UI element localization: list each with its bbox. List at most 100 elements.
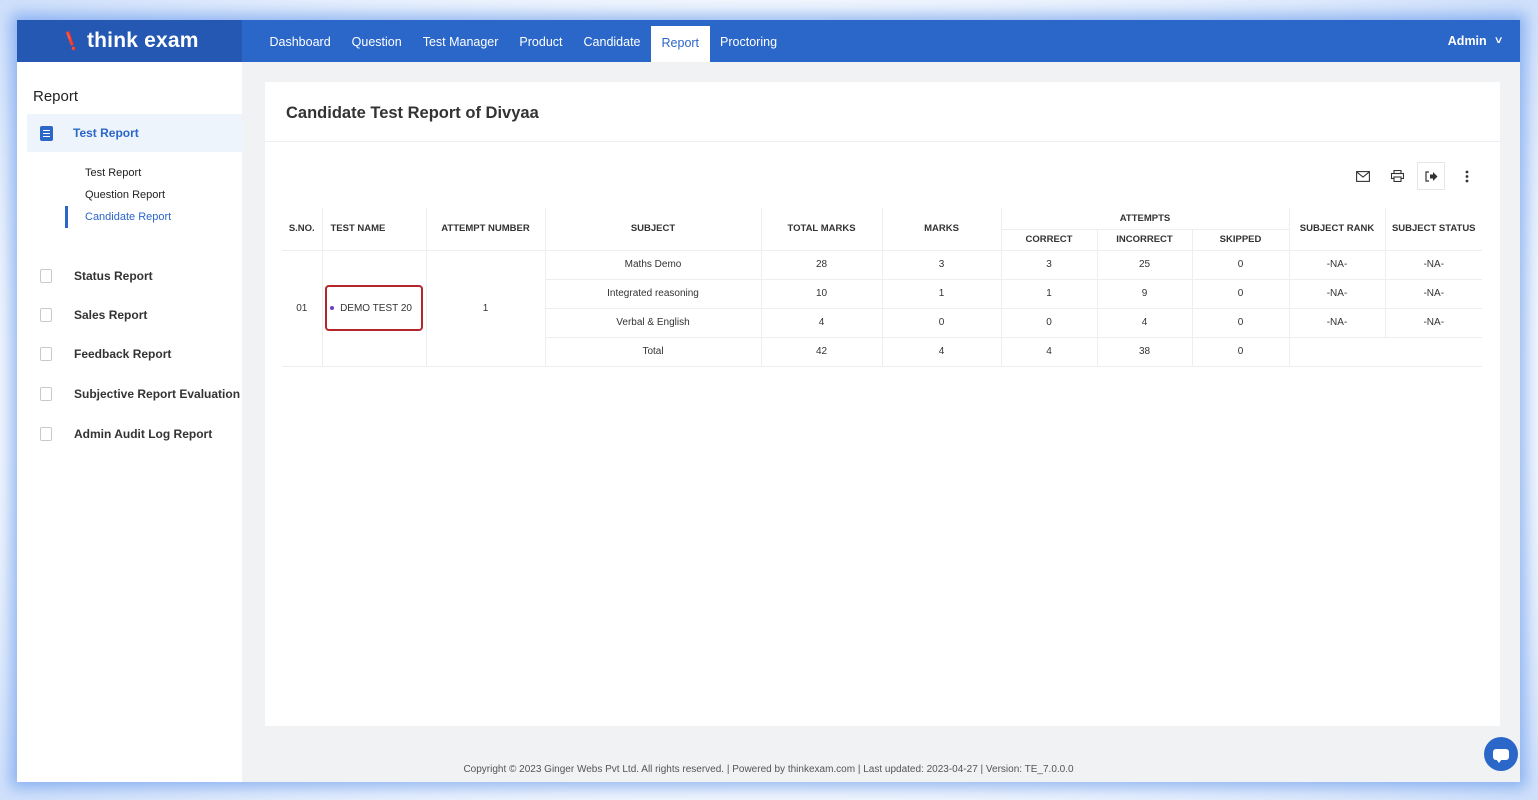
clipboard-icon (40, 347, 52, 361)
cell-subject: Maths Demo (545, 250, 762, 280)
app-window: ❗ think exam Dashboard Question Test Man… (17, 20, 1520, 782)
nav-dashboard[interactable]: Dashboard (259, 20, 341, 62)
kebab-menu-icon (1465, 170, 1469, 182)
cell-subject: Verbal & English (545, 308, 762, 338)
test-name-text: DEMO TEST 20 (340, 302, 412, 314)
bullet-icon (330, 306, 335, 310)
sidebar-item-sales-report[interactable]: Sales Report (17, 302, 242, 328)
cell-total-marks: 10 (761, 279, 883, 309)
logo-mark-icon: ❗ (57, 27, 86, 54)
cell-subject-status: -NA- (1385, 308, 1482, 338)
cell-total-marks: 42 (761, 337, 883, 367)
sidebar-item-label: Subjective Report Evaluation (74, 387, 241, 401)
header-marks: MARKS (882, 208, 1002, 251)
chat-button[interactable] (1484, 737, 1518, 771)
logo-text: think exam (86, 29, 199, 52)
sidebar-item-status-report[interactable]: Status Report (17, 263, 242, 289)
cell-empty (1289, 337, 1482, 367)
sidebar-item-label: Feedback Report (74, 347, 172, 361)
cell-incorrect: 25 (1097, 250, 1193, 280)
sidebar-item-subjective-report-evaluation[interactable]: Subjective Report Evaluation (17, 381, 242, 407)
user-menu[interactable]: Admin ∨ (1448, 20, 1504, 62)
cell-skipped: 0 (1192, 337, 1290, 367)
header-subject: SUBJECT (545, 208, 762, 251)
chevron-down-icon: ∨ (1493, 35, 1504, 46)
cell-test-name: DEMO TEST 20 (322, 250, 427, 367)
nav-test-manager[interactable]: Test Manager (412, 20, 509, 62)
sidebar-title: Report (33, 88, 79, 105)
chat-icon (1493, 748, 1509, 763)
cell-subject: Total (545, 337, 762, 367)
cell-total-marks: 28 (761, 250, 883, 280)
sidebar-item-feedback-report[interactable]: Feedback Report (17, 341, 242, 367)
cell-subject-rank: -NA- (1289, 250, 1386, 280)
sub-item-question-report[interactable]: Question Report (65, 184, 171, 206)
footer: Copyright © 2023 Ginger Webs Pvt Ltd. Al… (463, 764, 1074, 775)
main-nav: Dashboard Question Test Manager Product … (259, 20, 788, 62)
email-button[interactable] (1349, 162, 1377, 190)
sidebar-item-label: Admin Audit Log Report (74, 427, 213, 441)
table-row: 01 DEMO TEST 20 1 Maths Demo 28 3 3 25 0… (282, 250, 1482, 367)
clipboard-icon (40, 269, 52, 283)
cell-marks: 4 (882, 337, 1002, 367)
highlighted-test-name[interactable]: DEMO TEST 20 (325, 285, 423, 331)
cell-marks: 3 (882, 250, 1002, 280)
cell-subject-status: -NA- (1385, 279, 1482, 309)
cell-correct: 1 (1001, 279, 1098, 309)
cell-subject-status: -NA- (1385, 250, 1482, 280)
sidebar-item-label: Test Report (73, 126, 139, 140)
cell-skipped: 0 (1192, 308, 1290, 338)
header-subject-rank: SUBJECT RANK (1289, 208, 1386, 251)
header-attempts: ATTEMPTS (1001, 208, 1290, 230)
cell-correct: 3 (1001, 250, 1098, 280)
edit-icon (40, 387, 52, 401)
chart-icon (40, 308, 52, 322)
cell-subject-rank: -NA- (1289, 308, 1386, 338)
header-total-marks: TOTAL MARKS (761, 208, 883, 251)
nav-proctoring[interactable]: Proctoring (710, 20, 788, 62)
more-options-button[interactable] (1453, 162, 1481, 190)
report-card: Candidate Test Report of Divyaa S.NO. TE… (265, 82, 1500, 726)
sidebar: Report Test Report Test Report Question … (17, 62, 242, 782)
cell-marks: 0 (882, 308, 1002, 338)
logo-area[interactable]: ❗ think exam (17, 20, 242, 62)
divider (265, 141, 1500, 142)
header-test-name: TEST NAME (322, 208, 427, 251)
cell-subject-rank: -NA- (1289, 279, 1386, 309)
header-attempt-number: ATTEMPT NUMBER (426, 208, 546, 251)
cell-skipped: 0 (1192, 250, 1290, 280)
nav-report[interactable]: Report (651, 26, 710, 62)
nav-question[interactable]: Question (341, 20, 412, 62)
header-subject-status: SUBJECT STATUS (1385, 208, 1482, 251)
logo: ❗ think exam (57, 27, 199, 54)
candidate-report-table: S.NO. TEST NAME ATTEMPT NUMBER SUBJECT T… (282, 208, 1482, 367)
cell-correct: 0 (1001, 308, 1098, 338)
sub-item-test-report[interactable]: Test Report (65, 162, 171, 184)
top-navbar: ❗ think exam Dashboard Question Test Man… (17, 20, 1520, 62)
nav-candidate[interactable]: Candidate (573, 20, 651, 62)
nav-product[interactable]: Product (509, 20, 573, 62)
mail-icon (1356, 170, 1370, 182)
cell-subject: Integrated reasoning (545, 279, 762, 309)
cell-incorrect: 38 (1097, 337, 1193, 367)
cell-total-marks: 4 (761, 308, 883, 338)
cell-marks: 1 (882, 279, 1002, 309)
sidebar-sub-list: Test Report Question Report Candidate Re… (65, 162, 171, 228)
print-button[interactable] (1383, 162, 1411, 190)
sidebar-item-test-report[interactable]: Test Report (27, 114, 242, 152)
header-sno: S.NO. (282, 208, 323, 251)
cell-incorrect: 9 (1097, 279, 1193, 309)
sidebar-item-label: Status Report (74, 269, 153, 283)
cell-incorrect: 4 (1097, 308, 1193, 338)
header-skipped: SKIPPED (1192, 229, 1290, 251)
header-correct: CORRECT (1001, 229, 1098, 251)
cell-attempt-number: 1 (426, 250, 546, 367)
clipboard-icon (40, 125, 53, 141)
cell-skipped: 0 (1192, 279, 1290, 309)
page-title: Candidate Test Report of Divyaa (286, 104, 539, 122)
sub-item-candidate-report[interactable]: Candidate Report (65, 206, 171, 228)
printer-icon (1390, 170, 1404, 182)
sidebar-item-admin-audit-log-report[interactable]: Admin Audit Log Report (17, 421, 242, 447)
sidebar-item-label: Sales Report (74, 308, 148, 322)
export-button[interactable] (1417, 162, 1445, 190)
